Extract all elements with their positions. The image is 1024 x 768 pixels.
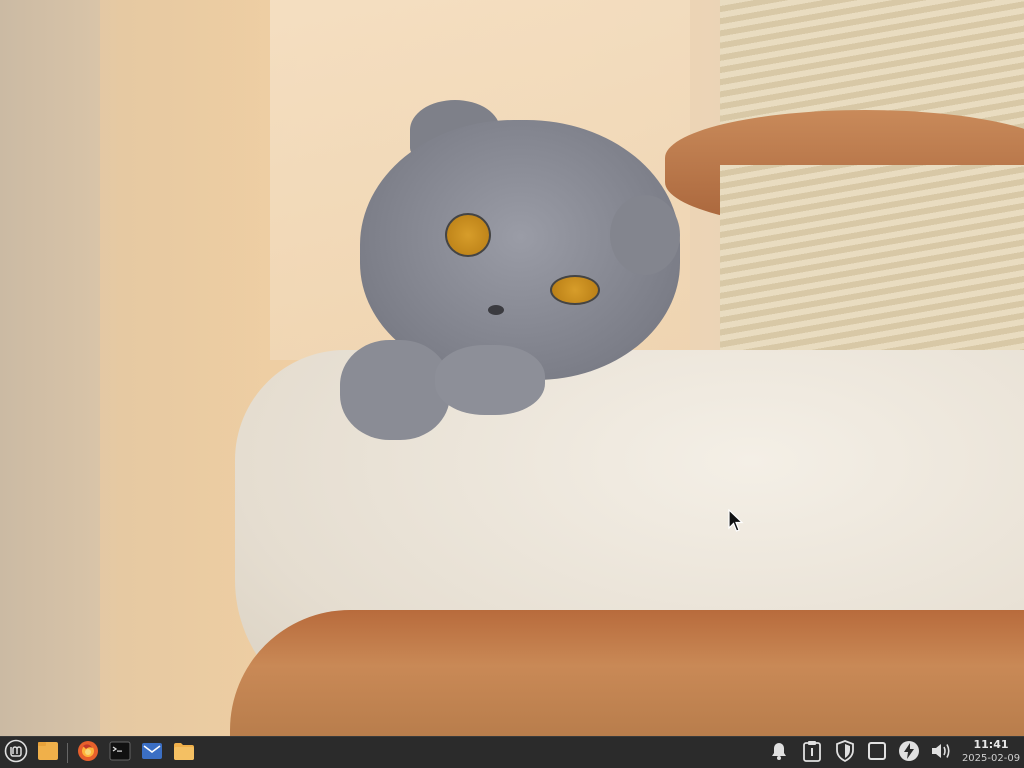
cat-paw xyxy=(340,340,450,440)
cat-eye xyxy=(445,213,491,257)
show-desktop-icon xyxy=(37,741,59,765)
cat-paw xyxy=(435,345,545,415)
cat-nose xyxy=(488,305,504,315)
mail-icon xyxy=(141,741,163,765)
taskbar-separator xyxy=(67,743,68,763)
wall-edge xyxy=(0,0,100,736)
terminal-icon xyxy=(109,741,131,765)
firefox-launcher[interactable] xyxy=(75,740,101,766)
shield-icon xyxy=(835,740,855,766)
firefox-icon xyxy=(77,740,99,766)
menu-icon xyxy=(4,739,28,767)
power-icon xyxy=(898,740,920,766)
notifications-button[interactable] xyxy=(767,741,791,765)
scratching-post-rope xyxy=(720,165,1024,355)
taskbar: 11:41 2025-02-09 xyxy=(0,736,1024,768)
cat-eye xyxy=(550,275,600,305)
notifications-icon xyxy=(769,741,789,765)
files-icon xyxy=(173,741,195,765)
clipboard-button[interactable] xyxy=(800,741,824,765)
clock-date: 2025-02-09 xyxy=(961,753,1021,764)
clipboard-icon xyxy=(802,740,822,766)
clock[interactable]: 11:41 2025-02-09 xyxy=(958,738,1024,768)
terminal-launcher[interactable] xyxy=(107,740,133,766)
volume-button[interactable] xyxy=(929,741,953,765)
desktop-wallpaper xyxy=(0,0,1024,736)
cat-tree-base xyxy=(230,610,1024,736)
mail-launcher[interactable] xyxy=(139,740,165,766)
window-icon xyxy=(867,741,887,765)
clock-time: 11:41 xyxy=(973,738,1009,751)
power-button[interactable] xyxy=(897,741,921,765)
cat xyxy=(340,100,690,440)
workspace-button[interactable] xyxy=(865,741,889,765)
security-button[interactable] xyxy=(833,740,857,766)
show-desktop-button[interactable] xyxy=(35,740,61,766)
cat-ear xyxy=(610,195,680,275)
files-launcher[interactable] xyxy=(171,740,197,766)
menu-button[interactable] xyxy=(3,739,29,767)
volume-icon xyxy=(930,741,952,765)
